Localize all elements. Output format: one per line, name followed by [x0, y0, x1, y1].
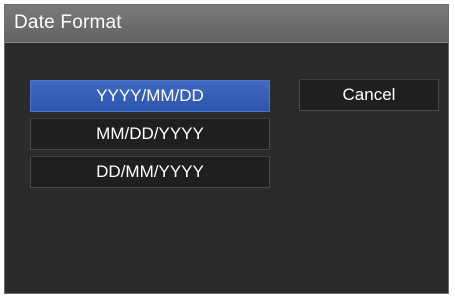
cancel-label: Cancel [342, 85, 396, 104]
option-label: DD/MM/YYYY [96, 162, 204, 181]
option-yyyy-mm-dd-button[interactable]: YYYY/MM/DD [30, 80, 270, 112]
date-format-dialog: Date Format YYYY/MM/DD MM/DD/YYYY DD/MM/… [4, 4, 449, 294]
dialog-title: Date Format [14, 12, 122, 33]
option-label: MM/DD/YYYY [96, 124, 204, 143]
dialog-titlebar: Date Format [5, 5, 448, 43]
cancel-button[interactable]: Cancel [299, 79, 439, 111]
option-mm-dd-yyyy-button[interactable]: MM/DD/YYYY [30, 118, 270, 150]
option-dd-mm-yyyy-button[interactable]: DD/MM/YYYY [30, 156, 270, 188]
option-label: YYYY/MM/DD [96, 86, 204, 105]
